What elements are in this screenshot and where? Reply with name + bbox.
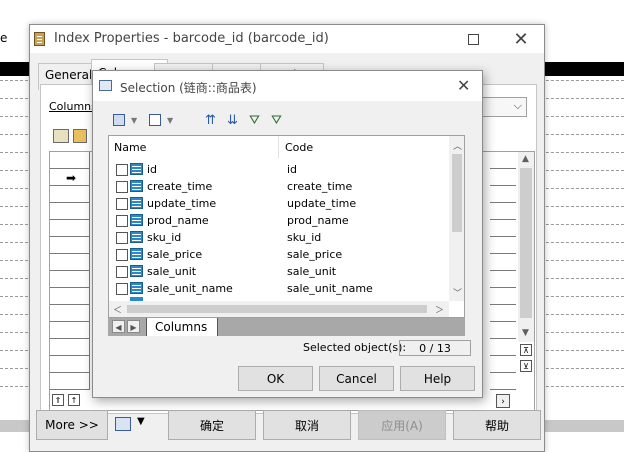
column-icon	[130, 214, 143, 226]
ok-button[interactable]: 确定	[168, 410, 256, 440]
columns-label: Columns	[49, 100, 97, 113]
columns-selection-list: Name Code id id create_time create_time …	[108, 135, 465, 318]
dropdown-arrow-icon: ▼	[167, 115, 174, 125]
grid-scroll-right-icon[interactable]: ›	[496, 394, 510, 408]
sheet-scroll-left-icon[interactable]: ◀	[112, 320, 125, 333]
list-vertical-scrollbar[interactable]: ︿ ﹀	[449, 136, 464, 301]
selected-objects-count: 0 / 13	[399, 340, 471, 356]
chevron-down-icon: ⌵	[513, 99, 522, 112]
column-icon	[130, 282, 143, 294]
list-item[interactable]: sku_id sku_id	[109, 229, 449, 246]
move-to-bottom-icon[interactable]: ⇊	[227, 111, 238, 129]
column-icon	[130, 231, 143, 243]
deselect-all-icon	[149, 114, 161, 126]
row-checkbox[interactable]	[116, 215, 128, 227]
move-to-top-icon[interactable]: ⇈	[205, 111, 216, 129]
selection-dialog: Selection (链商::商品表) ✕ ▼ ▼ ⇈ ⇊ ⛛ ⛛ Name C…	[92, 70, 483, 398]
add-column-tool-icon[interactable]	[73, 129, 87, 143]
maximize-icon[interactable]	[450, 25, 496, 53]
row-checkbox[interactable]	[116, 181, 128, 193]
row-checkbox[interactable]	[116, 198, 128, 210]
properties-tool-icon[interactable]	[53, 129, 69, 143]
close-icon[interactable]: ✕	[498, 25, 544, 53]
print-menu-button[interactable]: ▼	[112, 414, 148, 434]
more-button[interactable]: More >>	[36, 410, 108, 440]
main-window-title: Index Properties - barcode_id (barcode_i…	[54, 31, 329, 46]
cancel-button[interactable]: 取消	[263, 410, 351, 440]
selection-dialog-title: Selection (链商::商品表)	[120, 81, 257, 95]
list-scrollbar-thumb[interactable]	[452, 154, 462, 232]
selected-objects-label: Selected object(s):	[303, 341, 407, 354]
list-item[interactable]: prod_name prod_name	[109, 212, 449, 229]
select-all-icon	[113, 114, 125, 126]
sheet-scroll-right-icon[interactable]: ▶	[127, 320, 140, 333]
column-icon	[130, 163, 143, 175]
sheet-tab-bar: ◀ ▶ Columns	[108, 318, 465, 336]
column-icon	[130, 265, 143, 277]
code-column-header[interactable]: Code	[280, 136, 448, 158]
column-icon	[130, 248, 143, 260]
deselect-all-tool[interactable]: ▼	[149, 111, 173, 129]
list-item[interactable]: create_time create_time	[109, 178, 449, 195]
move-down-icon[interactable]: ⊻	[520, 360, 532, 372]
move-top-icon[interactable]: ⇑	[52, 394, 64, 406]
help-button[interactable]: 帮助	[453, 410, 541, 440]
dropdown-arrow-icon: ▼	[131, 115, 138, 125]
row-checkbox[interactable]	[116, 266, 128, 278]
list-item[interactable]: sale_unit sale_unit	[109, 263, 449, 280]
move-up-icon[interactable]: ⊼	[520, 344, 532, 356]
clear-filter-icon[interactable]: ⛛	[271, 111, 282, 129]
main-title-bar[interactable]: Index Properties - barcode_id (barcode_i…	[30, 25, 544, 53]
selection-close-icon[interactable]: ✕	[457, 76, 470, 95]
printer-icon	[115, 417, 131, 431]
selection-help-button[interactable]: Help	[400, 366, 475, 391]
grid-vertical-scrollbar[interactable]: ▲ ▼	[518, 152, 534, 342]
move-previous-icon[interactable]: ↑	[68, 394, 80, 406]
name-column-header[interactable]: Name	[109, 136, 279, 158]
filter-icon[interactable]: ⛛	[249, 111, 260, 129]
selection-cancel-button[interactable]: Cancel	[319, 366, 394, 391]
dropdown-arrow-icon: ▼	[137, 416, 145, 427]
background-edge-text: e	[0, 31, 8, 45]
list-hscroll-thumb[interactable]	[127, 305, 427, 313]
selection-ok-button[interactable]: OK	[238, 366, 313, 391]
row-checkbox[interactable]	[116, 249, 128, 261]
row-checkbox[interactable]	[116, 283, 128, 295]
apply-button[interactable]: 应用(A)	[358, 410, 446, 440]
column-icon	[130, 180, 143, 192]
current-row-arrow-icon: ➡	[66, 171, 77, 185]
sheet-tab-columns[interactable]: Columns	[146, 318, 219, 336]
list-horizontal-scrollbar[interactable]: ＜ ＞	[109, 301, 449, 317]
list-item[interactable]: id id	[109, 161, 449, 178]
app-icon	[34, 32, 45, 46]
column-icon	[130, 197, 143, 209]
list-item[interactable]: sale_price sale_price	[109, 246, 449, 263]
selection-title-bar[interactable]: Selection (链商::商品表) ✕	[93, 71, 482, 101]
select-all-tool[interactable]: ▼	[113, 111, 137, 129]
list-item[interactable]: sale_unit_name sale_unit_name	[109, 280, 449, 297]
row-checkbox[interactable]	[116, 164, 128, 176]
row-checkbox[interactable]	[116, 232, 128, 244]
list-item[interactable]: update_time update_time	[109, 195, 449, 212]
selection-dialog-icon	[99, 80, 112, 91]
